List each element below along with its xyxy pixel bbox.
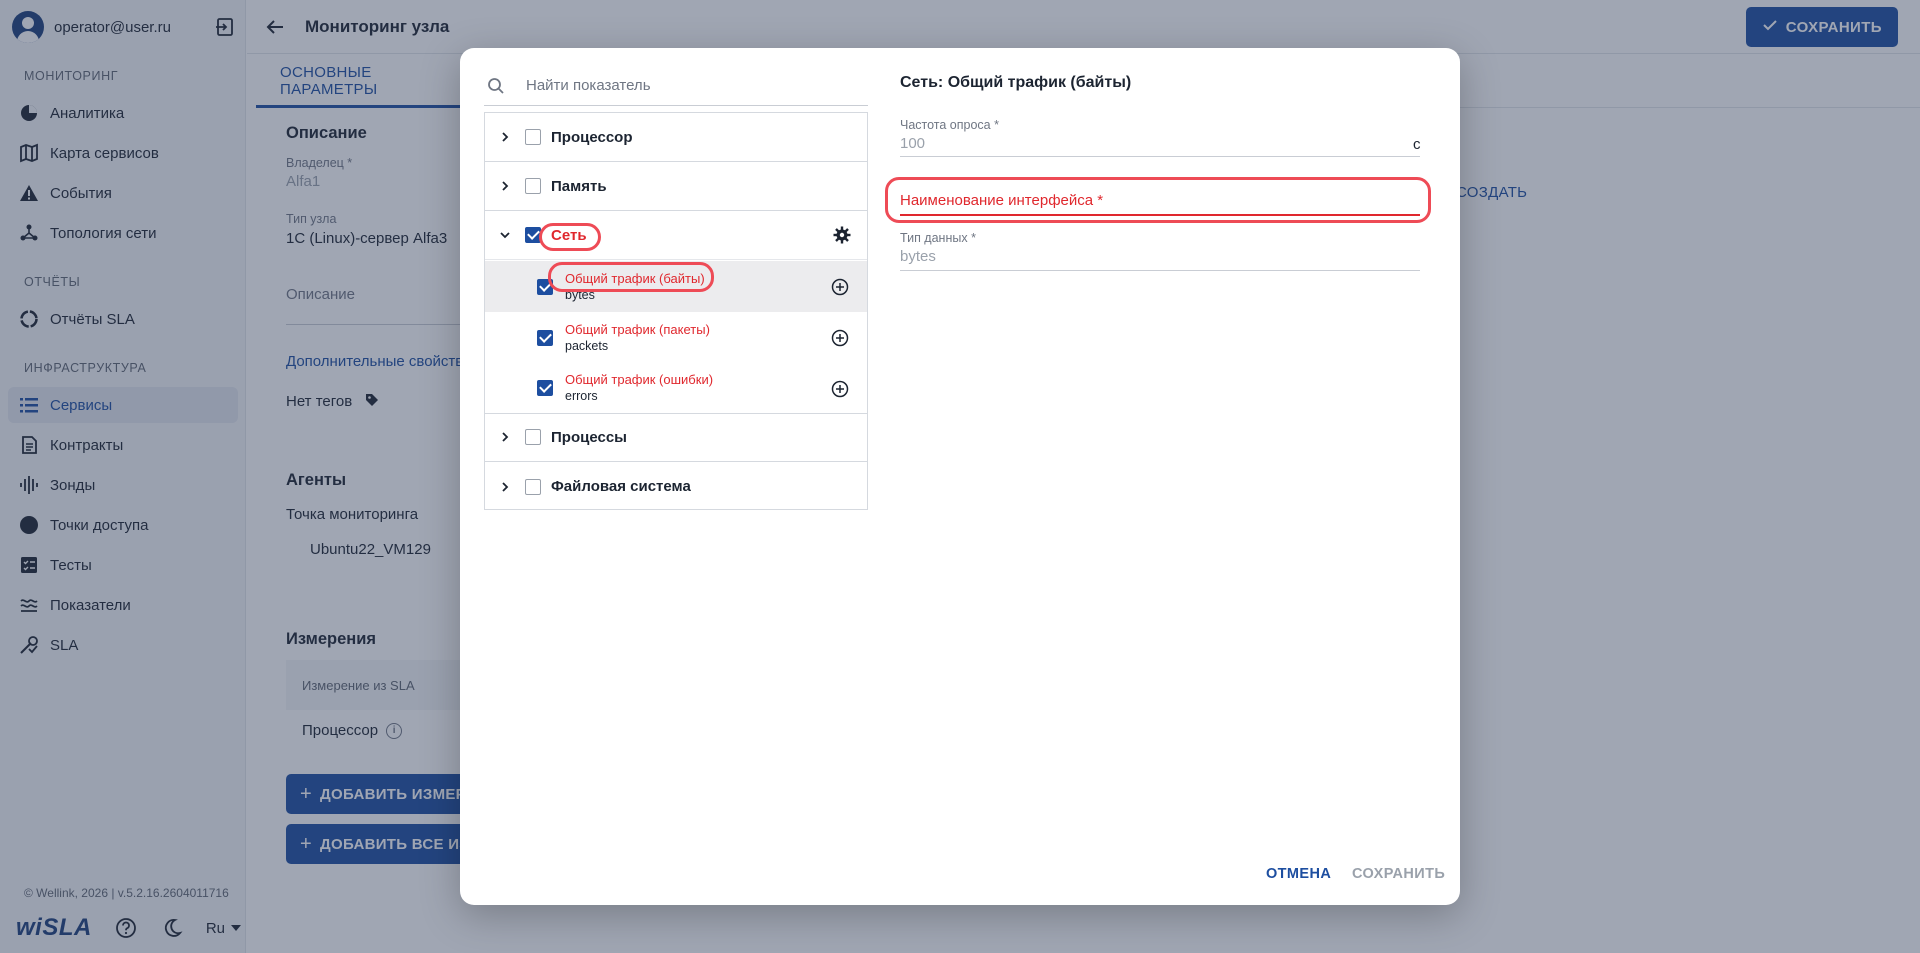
search-box <box>484 66 868 106</box>
child-title: Общий трафик (байты) <box>565 270 705 286</box>
tree-child-traffic-bytes[interactable]: Общий трафик (байты) bytes <box>485 261 867 312</box>
gear-icon[interactable] <box>831 224 853 246</box>
dialog-save-button[interactable]: СОХРАНИТЬ <box>1352 866 1445 882</box>
datatype-select[interactable]: bytes <box>900 248 936 265</box>
tree-checkbox[interactable] <box>525 478 541 495</box>
metric-dialog: Процессор Память Сеть Общий трафик (байт… <box>460 48 1460 905</box>
tree-item-network[interactable]: Сеть <box>485 211 867 260</box>
tree-item-label: Память <box>551 177 607 195</box>
tree-item-processes[interactable]: Процессы <box>485 413 867 462</box>
tree-checkbox[interactable] <box>525 178 541 194</box>
tree-item-filesystem[interactable]: Файловая система <box>485 462 867 511</box>
tree-item-label: Процессор <box>551 128 633 146</box>
interface-name-field[interactable]: Наименование интерфейса * <box>900 192 1103 209</box>
child-text: Общий трафик (пакеты) packets <box>565 321 710 355</box>
tree-item-label: Процессы <box>551 428 627 446</box>
tree-item-memory[interactable]: Память <box>485 162 867 211</box>
chevron-right-icon[interactable] <box>485 462 525 511</box>
tree-checkbox[interactable] <box>537 278 553 295</box>
tree-checkbox[interactable] <box>525 429 541 445</box>
datatype-label: Тип данных * <box>900 231 976 245</box>
interface-error-line <box>900 214 1420 216</box>
chevron-right-icon[interactable] <box>485 413 525 462</box>
panel-title: Сеть: Общий трафик (байты) <box>900 74 1132 91</box>
datatype-line <box>900 270 1420 271</box>
tree-checkbox[interactable] <box>525 129 541 145</box>
tree-child-traffic-errors[interactable]: Общий трафик (ошибки) errors <box>485 363 867 414</box>
tree-checkbox[interactable] <box>537 329 553 346</box>
tree-item-processor[interactable]: Процессор <box>485 113 867 162</box>
child-title: Общий трафик (пакеты) <box>565 321 710 337</box>
child-sub: bytes <box>565 287 595 302</box>
chevron-down-icon[interactable] <box>485 211 525 260</box>
tree-checkbox[interactable] <box>525 227 541 243</box>
chevron-right-icon[interactable] <box>485 113 525 162</box>
poll-unit: с <box>1413 136 1421 153</box>
poll-input[interactable]: 100 <box>900 135 925 152</box>
add-circle-icon[interactable] <box>830 379 849 398</box>
child-title: Общий трафик (ошибки) <box>565 372 714 387</box>
child-sub: packets <box>565 338 609 353</box>
tree-child-traffic-packets[interactable]: Общий трафик (пакеты) packets <box>485 312 867 363</box>
tree-checkbox[interactable] <box>537 380 553 396</box>
search-icon <box>484 74 508 98</box>
tree-item-label: Сеть <box>551 226 587 244</box>
child-sub: errors <box>565 389 598 403</box>
tree-item-label: Файловая система <box>551 478 691 495</box>
cancel-button[interactable]: ОТМЕНА <box>1266 866 1331 882</box>
add-circle-icon[interactable] <box>830 328 849 347</box>
poll-line <box>900 156 1420 157</box>
child-text: Общий трафик (ошибки) errors <box>565 371 713 405</box>
child-text: Общий трафик (байты) bytes <box>565 270 705 304</box>
chevron-right-icon[interactable] <box>485 162 525 211</box>
poll-label: Частота опроса * <box>900 118 999 132</box>
metric-tree: Процессор Память Сеть Общий трафик (байт… <box>484 112 868 510</box>
add-circle-icon[interactable] <box>830 277 849 296</box>
search-input[interactable] <box>526 77 846 94</box>
